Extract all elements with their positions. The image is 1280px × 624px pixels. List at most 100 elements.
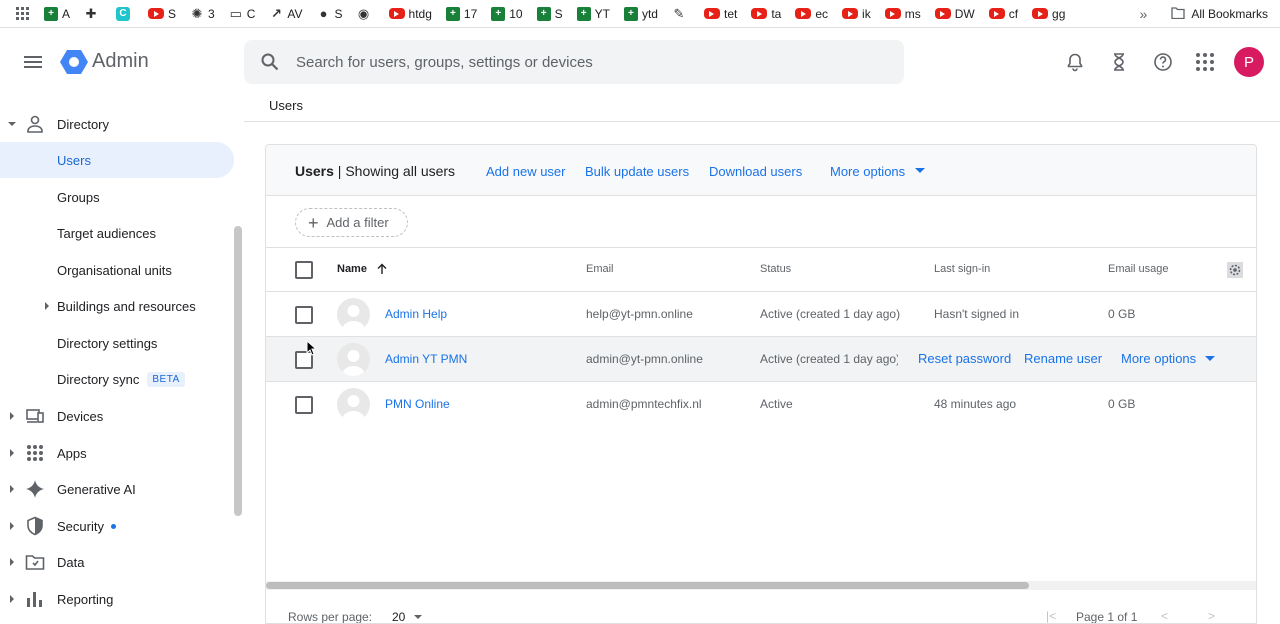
download-users-button[interactable]: Download users	[709, 164, 802, 179]
sheets-icon: +	[623, 6, 638, 21]
user-avatar	[337, 343, 370, 376]
table-row[interactable]: Admin Help help@yt-pmn.online Active (cr…	[266, 292, 1256, 337]
sidebar-item-target-audiences[interactable]: Target audiences	[0, 215, 234, 251]
user-last-sign-in: 48 minutes ago	[934, 397, 1017, 411]
sidebar-scrollbar[interactable]	[234, 226, 242, 516]
bookmark-item[interactable]: cf	[988, 0, 1018, 28]
bookmarks-overflow-button[interactable]: »	[1140, 6, 1148, 22]
account-avatar[interactable]: P	[1234, 47, 1264, 77]
sheets-icon: +	[536, 6, 551, 21]
column-header-email[interactable]: Email	[586, 263, 614, 275]
bookmark-item[interactable]: ta	[751, 0, 781, 28]
add-filter-button[interactable]: + Add a filter	[295, 208, 408, 237]
user-name-link[interactable]: PMN Online	[385, 397, 450, 411]
youtube-icon	[884, 8, 901, 19]
bookmark-item[interactable]: +17	[445, 0, 477, 28]
bookmark-item[interactable]: ik	[842, 0, 871, 28]
column-header-name[interactable]: Name	[337, 263, 367, 275]
select-all-checkbox[interactable]	[295, 261, 313, 279]
sidebar-item-groups[interactable]: Groups	[0, 179, 234, 215]
reset-password-button[interactable]: Reset password	[918, 351, 1011, 366]
table-row[interactable]: Admin YT PMN admin@yt-pmn.online Active …	[266, 337, 1256, 382]
sidebar-item-buildings-and-resources[interactable]: Buildings and resources	[0, 288, 234, 324]
rows-per-page-select[interactable]: 20	[392, 610, 405, 623]
users-card: Users | Showing all users Add new user B…	[265, 144, 1257, 624]
apps-grid-icon	[27, 445, 43, 461]
main-menu-icon[interactable]	[24, 61, 42, 63]
bookmark-item[interactable]: +10	[491, 0, 523, 28]
bookmark-label: A	[62, 6, 71, 21]
sidebar-item-directory-sync[interactable]: Directory sync BETA	[0, 361, 234, 397]
sidebar-item-reporting[interactable]: Reporting	[0, 581, 234, 617]
bookmark-item[interactable]: ms	[884, 0, 921, 28]
chevron-down-icon[interactable]	[915, 168, 925, 173]
bookmark-item[interactable]: ↗ AV	[269, 0, 303, 28]
bookmark-item[interactable]: C	[116, 0, 134, 28]
sidebar-item-apps[interactable]: Apps	[0, 435, 234, 471]
column-settings-gear-icon[interactable]	[1227, 262, 1243, 278]
bookmark-item[interactable]: + YT	[576, 0, 610, 28]
table-horizontal-scrollbar[interactable]	[266, 581, 1256, 590]
bookmark-label: ms	[904, 6, 921, 21]
sidebar-item-users[interactable]: Users	[0, 142, 234, 178]
bookmark-item[interactable]: ◉	[357, 0, 375, 28]
expand-caret-icon	[10, 485, 14, 493]
sidebar-item-devices[interactable]: Devices	[0, 398, 234, 434]
more-options-button[interactable]: More options	[830, 164, 905, 179]
column-header-email-usage[interactable]: Email usage	[1108, 263, 1169, 275]
all-bookmarks-button[interactable]: All Bookmarks	[1191, 7, 1268, 21]
column-header-last-sign-in[interactable]: Last sign-in	[934, 263, 990, 275]
add-new-user-button[interactable]: Add new user	[486, 164, 566, 179]
bookmark-item[interactable]: ec	[795, 0, 828, 28]
bookmark-item[interactable]: ✚	[84, 0, 102, 28]
bookmark-item[interactable]: tet	[703, 0, 737, 28]
row-checkbox[interactable]	[295, 396, 313, 414]
bookmark-item[interactable]: + ytd	[623, 0, 658, 28]
chevron-down-icon[interactable]	[1205, 356, 1215, 361]
bookmark-label: ik	[862, 6, 871, 21]
bookmark-label: ta	[771, 6, 782, 21]
user-name-link[interactable]: Admin YT PMN	[385, 352, 467, 366]
breadcrumb: Users	[269, 98, 303, 113]
sort-arrow-up-icon[interactable]	[376, 263, 388, 275]
user-name-link[interactable]: Admin Help	[385, 307, 447, 321]
sidebar-item-organisational-units[interactable]: Organisational units	[0, 252, 234, 288]
next-page-icon[interactable]: >	[1208, 609, 1215, 623]
bookmark-label: AV	[287, 6, 303, 21]
bulk-update-users-button[interactable]: Bulk update users	[585, 164, 689, 179]
bookmark-item[interactable]: + S	[536, 0, 563, 28]
bookmark-item[interactable]: ● S	[317, 0, 343, 28]
google-apps-icon[interactable]	[1195, 52, 1215, 72]
column-header-status[interactable]: Status	[760, 263, 791, 275]
sidebar-item-security[interactable]: Security	[0, 508, 234, 544]
bookmark-item[interactable]: htdg	[388, 0, 432, 28]
bookmark-item[interactable]: ✺ 3	[190, 0, 215, 28]
sidebar-item-directory[interactable]: Directory	[0, 106, 234, 142]
search-bar[interactable]	[244, 40, 904, 84]
apps-grid-icon[interactable]	[16, 0, 30, 28]
bookmark-item[interactable]: gg	[1032, 0, 1065, 28]
help-icon[interactable]	[1153, 52, 1173, 72]
tasks-hourglass-icon[interactable]	[1109, 52, 1129, 72]
bookmark-item[interactable]: + A	[44, 0, 70, 28]
row-more-options-button[interactable]: More options	[1121, 351, 1196, 366]
bookmark-item[interactable]: ✎	[672, 0, 690, 28]
bookmark-item[interactable]: S	[148, 0, 176, 28]
notifications-bell-icon[interactable]	[1065, 52, 1085, 72]
expand-caret-icon	[10, 522, 14, 530]
bookmark-item[interactable]: DW	[934, 0, 975, 28]
bookmark-item[interactable]: ▭ C	[229, 0, 256, 28]
rename-user-button[interactable]: Rename user	[1024, 351, 1102, 366]
youtube-icon	[751, 8, 768, 19]
scrollbar-thumb[interactable]	[266, 582, 1029, 589]
sidebar-item-data[interactable]: Data	[0, 544, 234, 580]
devices-icon	[26, 409, 44, 423]
sidebar-item-generative-ai[interactable]: Generative AI	[0, 471, 234, 507]
prev-page-icon[interactable]: <	[1161, 609, 1168, 623]
row-checkbox[interactable]	[295, 306, 313, 324]
rows-per-page-label: Rows per page:	[288, 610, 373, 624]
search-input[interactable]	[296, 40, 886, 84]
first-page-icon[interactable]: |<	[1046, 609, 1056, 623]
table-row[interactable]: PMN Online admin@pmntechfix.nl Active 48…	[266, 382, 1256, 427]
sidebar-item-directory-settings[interactable]: Directory settings	[0, 325, 234, 361]
